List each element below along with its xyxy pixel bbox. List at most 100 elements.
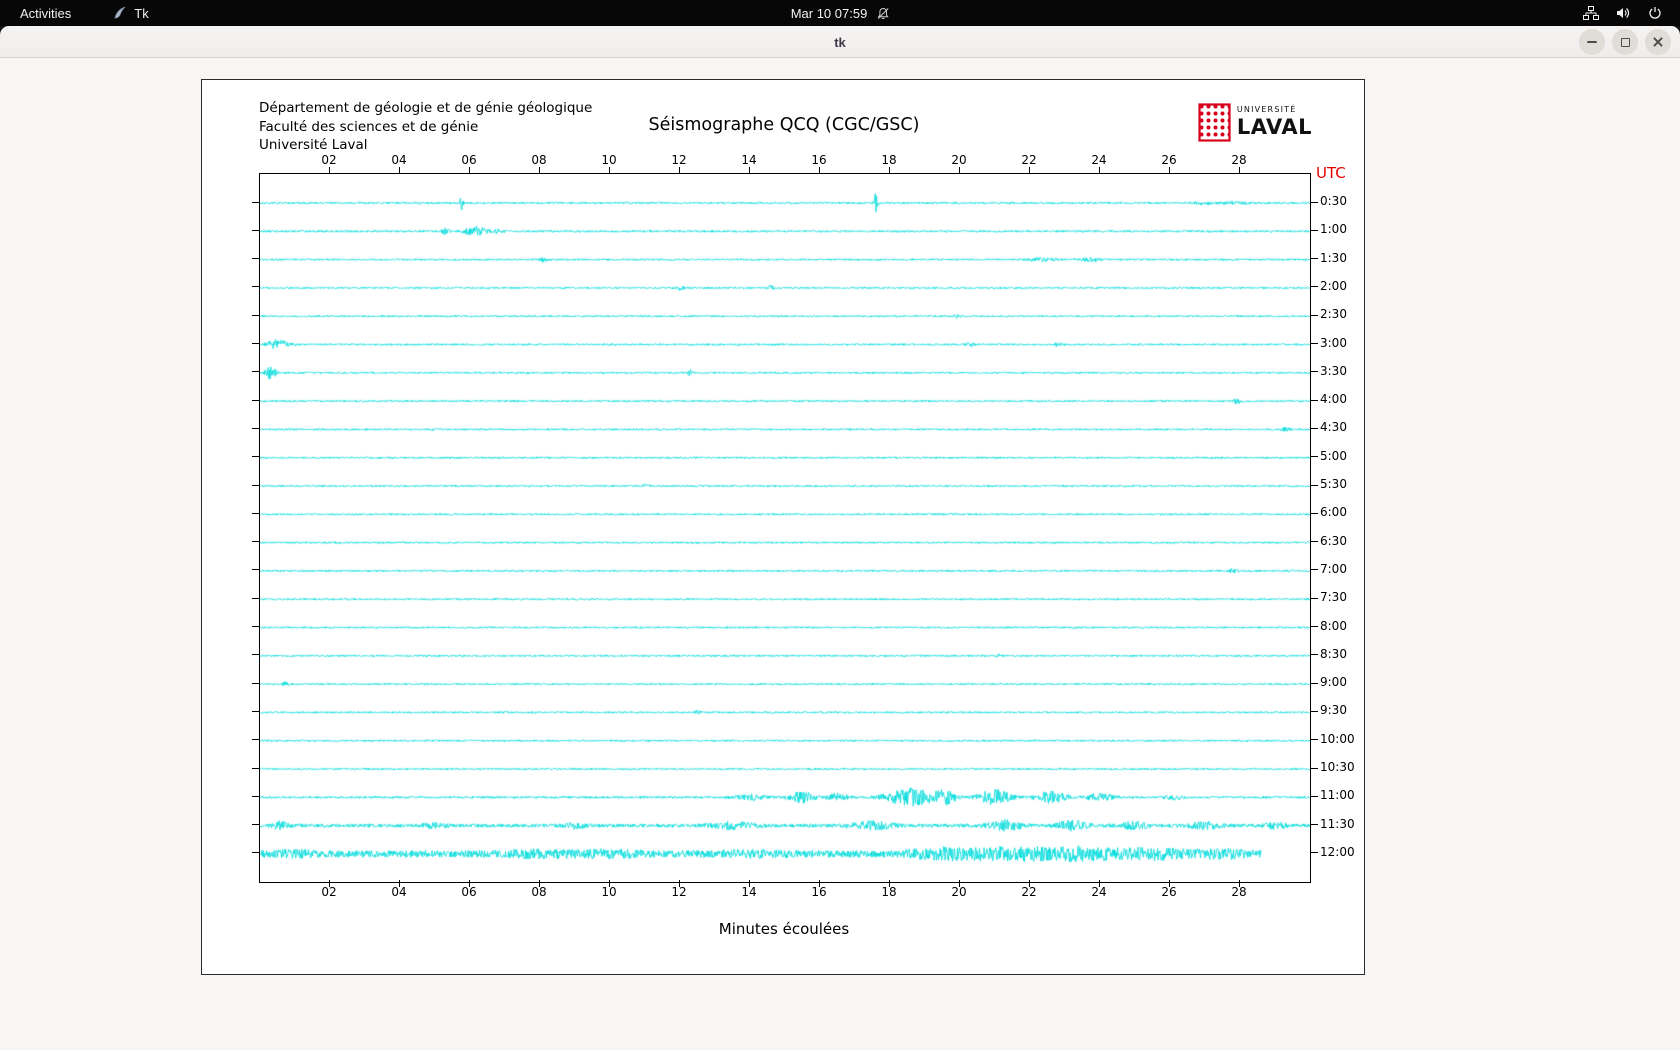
- row-time-label: 8:00: [1320, 619, 1347, 633]
- x-tick-mark: [469, 167, 470, 174]
- row-tick-mark-left: [252, 796, 259, 797]
- row-tick-mark-right: [1311, 286, 1318, 287]
- plot-area: [259, 173, 1311, 883]
- row-tick-mark-left: [252, 371, 259, 372]
- row-time-label: 9:30: [1320, 703, 1347, 717]
- row-tick-mark-left: [252, 258, 259, 259]
- row-time-label: 1:30: [1320, 251, 1347, 265]
- x-tick-mark: [399, 880, 400, 887]
- row-time-label: 12:00: [1320, 845, 1355, 859]
- activities-button[interactable]: Activities: [14, 4, 77, 23]
- x-tick-mark: [1099, 880, 1100, 887]
- x-tick-mark: [889, 167, 890, 174]
- minimize-icon: [1587, 41, 1597, 43]
- row-tick-mark-left: [252, 315, 259, 316]
- laval-shield-icon: [1198, 103, 1231, 142]
- x-tick-label-top: 16: [811, 153, 826, 167]
- row-tick-mark-right: [1311, 569, 1318, 570]
- row-tick-mark-right: [1311, 654, 1318, 655]
- row-tick-mark-left: [252, 768, 259, 769]
- row-tick-mark-right: [1311, 315, 1318, 316]
- row-tick-mark-right: [1311, 541, 1318, 542]
- x-tick-mark: [609, 167, 610, 174]
- row-tick-mark-right: [1311, 796, 1318, 797]
- window-titlebar[interactable]: tk: [0, 26, 1680, 58]
- x-tick-label-top: 26: [1161, 153, 1176, 167]
- row-tick-mark-right: [1311, 343, 1318, 344]
- app-menu[interactable]: Tk: [113, 6, 148, 21]
- clock-menu[interactable]: Mar 10 07:59: [791, 6, 890, 21]
- row-time-label: 0:30: [1320, 194, 1347, 208]
- row-time-label: 7:30: [1320, 590, 1347, 604]
- row-tick-mark-left: [252, 852, 259, 853]
- institution-line: Université Laval: [259, 136, 592, 155]
- row-tick-mark-right: [1311, 598, 1318, 599]
- close-button[interactable]: [1645, 29, 1671, 55]
- university-laval-logo: UNIVERSITÉ LAVAL: [1198, 103, 1312, 142]
- row-tick-mark-left: [252, 824, 259, 825]
- x-tick-mark: [1029, 880, 1030, 887]
- x-tick-label-bottom: 16: [811, 885, 826, 899]
- top-bar: Activities Tk Mar 10 07:59: [0, 0, 1680, 26]
- x-tick-mark: [679, 880, 680, 887]
- x-tick-mark: [889, 880, 890, 887]
- row-time-label: 6:30: [1320, 534, 1347, 548]
- x-tick-label-bottom: 24: [1091, 885, 1106, 899]
- minimize-button[interactable]: [1579, 29, 1605, 55]
- row-tick-mark-right: [1311, 371, 1318, 372]
- row-tick-mark-left: [252, 541, 259, 542]
- figure-title: Séismographe QCQ (CGC/GSC): [259, 115, 1309, 135]
- row-tick-mark-left: [252, 485, 259, 486]
- row-tick-mark-left: [252, 513, 259, 514]
- row-tick-mark-left: [252, 400, 259, 401]
- maximize-button[interactable]: [1612, 29, 1638, 55]
- x-tick-label-bottom: 20: [951, 885, 966, 899]
- seismograph-canvas: [260, 174, 1310, 882]
- row-tick-mark-right: [1311, 626, 1318, 627]
- x-tick-label-bottom: 08: [531, 885, 546, 899]
- row-tick-mark-left: [252, 456, 259, 457]
- row-time-label: 9:00: [1320, 675, 1347, 689]
- x-tick-label-bottom: 14: [741, 885, 756, 899]
- x-axis-label: Minutes écoulées: [259, 920, 1309, 938]
- row-tick-mark-right: [1311, 428, 1318, 429]
- row-tick-mark-right: [1311, 852, 1318, 853]
- row-time-label: 6:00: [1320, 505, 1347, 519]
- row-time-label: 7:00: [1320, 562, 1347, 576]
- row-tick-mark-right: [1311, 768, 1318, 769]
- maximize-icon: [1621, 38, 1630, 47]
- row-time-label: 10:00: [1320, 732, 1355, 746]
- x-tick-mark: [1029, 167, 1030, 174]
- x-tick-mark: [819, 880, 820, 887]
- system-status-area[interactable]: [1583, 0, 1680, 26]
- row-tick-mark-left: [252, 202, 259, 203]
- x-tick-label-bottom: 18: [881, 885, 896, 899]
- x-tick-mark: [749, 880, 750, 887]
- x-tick-mark: [1169, 880, 1170, 887]
- x-tick-label-top: 08: [531, 153, 546, 167]
- x-tick-label-bottom: 28: [1231, 885, 1246, 899]
- row-time-label: 5:00: [1320, 449, 1347, 463]
- x-tick-label-bottom: 02: [321, 885, 336, 899]
- row-tick-mark-left: [252, 230, 259, 231]
- row-time-label: 3:00: [1320, 336, 1347, 350]
- x-tick-mark: [399, 167, 400, 174]
- power-icon: [1648, 6, 1662, 20]
- row-time-label: 4:30: [1320, 420, 1347, 434]
- row-tick-mark-right: [1311, 683, 1318, 684]
- x-tick-mark: [1239, 167, 1240, 174]
- row-time-label: 11:30: [1320, 817, 1355, 831]
- close-icon: [1652, 36, 1664, 48]
- row-tick-mark-right: [1311, 202, 1318, 203]
- x-tick-label-top: 04: [391, 153, 406, 167]
- x-tick-label-top: 12: [671, 153, 686, 167]
- row-tick-mark-right: [1311, 711, 1318, 712]
- row-tick-mark-right: [1311, 258, 1318, 259]
- x-tick-mark: [1239, 880, 1240, 887]
- x-tick-label-top: 22: [1021, 153, 1036, 167]
- row-time-label: 4:00: [1320, 392, 1347, 406]
- x-tick-label-bottom: 04: [391, 885, 406, 899]
- row-tick-mark-right: [1311, 739, 1318, 740]
- row-tick-mark-left: [252, 598, 259, 599]
- x-tick-label-top: 18: [881, 153, 896, 167]
